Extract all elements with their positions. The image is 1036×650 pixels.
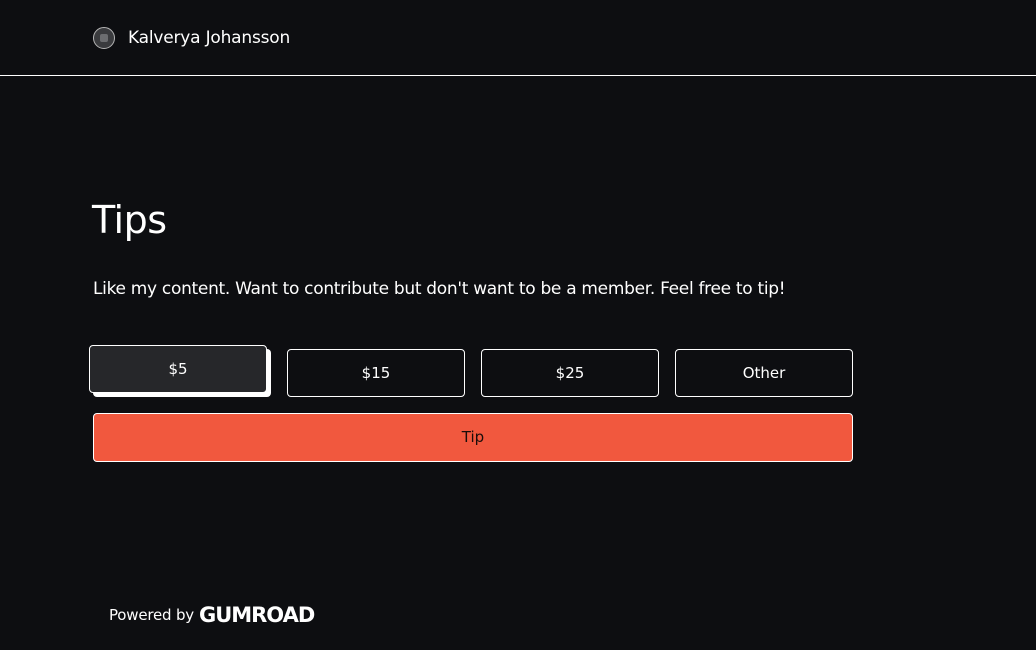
page-title: Tips — [92, 198, 167, 242]
powered-by-text: Powered by — [109, 606, 194, 624]
creator-avatar[interactable] — [93, 27, 115, 49]
footer: Powered by GUMROAD — [109, 603, 315, 627]
amount-option-other[interactable]: Other — [675, 349, 853, 397]
product-description: Like my content. Want to contribute but … — [93, 279, 786, 299]
amount-option-15[interactable]: $15 — [287, 349, 465, 397]
tip-page: Kalverya Johansson Tips Like my content.… — [0, 0, 1036, 650]
amount-option-25[interactable]: $25 — [481, 349, 659, 397]
tip-button[interactable]: Tip — [93, 413, 853, 462]
header: Kalverya Johansson — [0, 0, 1036, 76]
amount-option-5[interactable]: $5 — [89, 345, 267, 393]
gumroad-logo[interactable]: GUMROAD — [199, 603, 315, 627]
creator-name-link[interactable]: Kalverya Johansson — [128, 28, 290, 48]
